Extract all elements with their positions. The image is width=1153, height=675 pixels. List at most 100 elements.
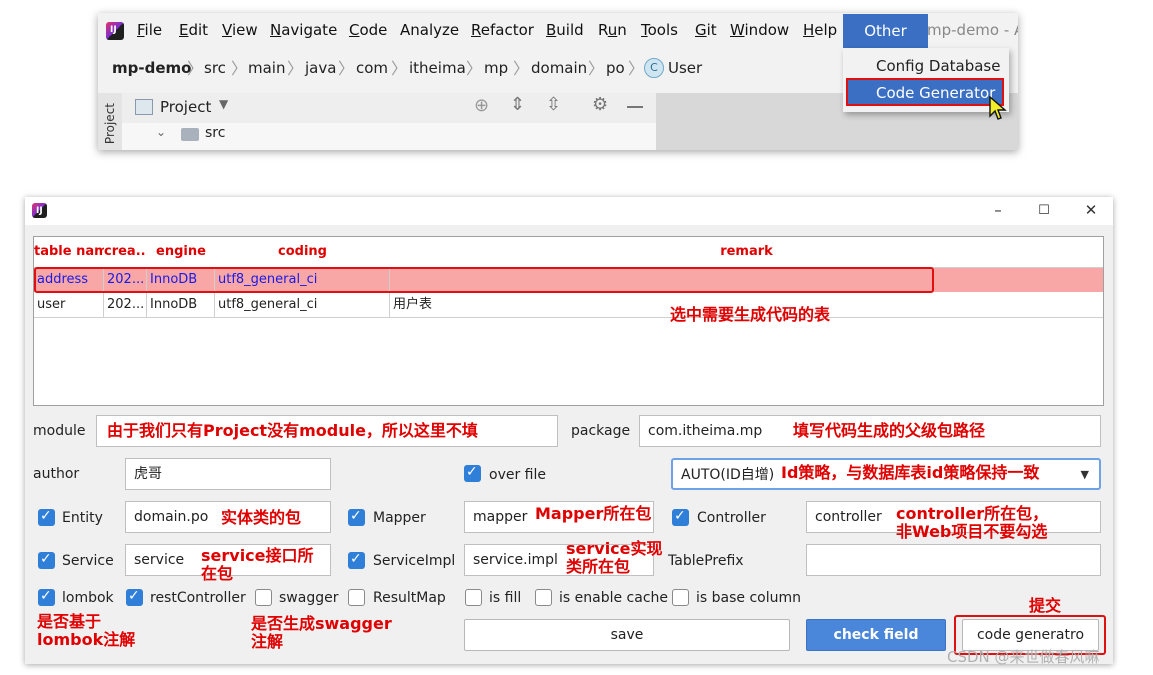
entity-label: Entity — [62, 510, 103, 526]
menu-analyze[interactable]: Analyze — [400, 21, 459, 39]
cell-engine: InnoDB — [147, 293, 215, 317]
menu-run[interactable]: Run — [598, 21, 627, 39]
author-label: author — [33, 466, 80, 482]
tree-item-src[interactable]: src — [205, 125, 225, 141]
breadcrumb-java[interactable]: java — [305, 59, 336, 77]
lombok-checkbox[interactable] — [38, 588, 55, 606]
annotation-swagger-line2: 注解 — [251, 632, 284, 651]
annotation-controller-line2: 非Web项目不要勾选 — [896, 522, 1048, 541]
table-list: table name crea... engine coding remark … — [33, 236, 1104, 406]
chevron-down-icon: ▼ — [1080, 468, 1089, 481]
rest-controller-label: restController — [150, 590, 246, 606]
breadcrumb-com[interactable]: com — [356, 59, 388, 77]
cell-table-name: user — [34, 293, 104, 317]
menu-help[interactable]: Help — [803, 21, 837, 39]
column-header-table-name[interactable]: table name — [34, 237, 105, 267]
over-file-checkbox[interactable] — [464, 464, 481, 482]
app-icon — [32, 203, 47, 218]
table-row[interactable]: user 202... InnoDB utf8_general_ci 用户表 — [34, 293, 1103, 318]
menu-tools[interactable]: Tools — [641, 21, 678, 39]
breadcrumb-separator-icon: 〉 — [187, 59, 204, 78]
entity-checkbox[interactable] — [38, 508, 55, 526]
is-enable-cache-label: is enable cache — [559, 590, 668, 606]
column-header-created[interactable]: crea... — [104, 237, 148, 267]
locate-icon[interactable]: ⊕ — [474, 95, 489, 116]
save-button[interactable]: save — [464, 619, 790, 651]
breadcrumb-file[interactable]: User — [668, 59, 702, 77]
menu-build[interactable]: Build — [546, 21, 584, 39]
column-header-engine[interactable]: engine — [147, 237, 216, 267]
breadcrumb-itheima[interactable]: itheima — [409, 59, 466, 77]
menu-view[interactable]: View — [222, 21, 258, 39]
service-impl-checkbox[interactable] — [348, 551, 365, 569]
selection-highlight-box — [34, 267, 934, 293]
mapper-checkbox[interactable] — [348, 508, 365, 526]
breadcrumb-separator-icon: 〉 — [466, 59, 483, 78]
annotation-lombok-line1: 是否基于 — [37, 612, 102, 631]
service-checkbox[interactable] — [38, 551, 55, 569]
controller-checkbox[interactable] — [672, 508, 689, 526]
breadcrumb-domain[interactable]: domain — [531, 59, 587, 77]
package-label: package — [571, 423, 631, 439]
menu-refactor[interactable]: Refactor — [471, 21, 534, 39]
menu-navigate[interactable]: Navigate — [270, 21, 337, 39]
column-header-coding[interactable]: coding — [215, 237, 391, 267]
annotation-swagger-line1: 是否生成swagger — [251, 614, 392, 633]
hide-icon[interactable] — [627, 106, 643, 108]
mouse-cursor-icon — [989, 96, 1007, 120]
menu-edit[interactable]: Edit — [179, 21, 208, 39]
collapse-all-icon[interactable]: ⇳ — [546, 94, 561, 115]
window-title: mp-demo - A — [927, 21, 1018, 39]
breadcrumb-separator-icon: 〉 — [231, 59, 248, 78]
menu-code[interactable]: Code — [349, 21, 387, 39]
breadcrumb-separator-icon: 〉 — [391, 59, 408, 78]
breadcrumb-po[interactable]: po — [606, 59, 625, 77]
service-label: Service — [62, 553, 114, 569]
gear-icon[interactable]: ⚙ — [592, 94, 608, 115]
annotation-controller-line1: controller所在包， — [896, 504, 1049, 523]
annotation-service-impl-line1: service实现 — [566, 539, 663, 558]
tree-chevron-icon[interactable]: ⌄ — [156, 125, 166, 139]
project-view-label[interactable]: Project — [160, 98, 211, 116]
table-header: table name crea... engine coding remark — [34, 237, 1103, 268]
rest-controller-checkbox[interactable] — [126, 588, 143, 606]
annotation-mapper: Mapper所在包 — [535, 504, 652, 523]
expand-all-icon[interactable]: ⇕ — [510, 94, 525, 115]
lombok-label: lombok — [62, 590, 114, 606]
module-label: module — [33, 423, 86, 439]
check-field-button[interactable]: check field — [806, 619, 946, 651]
code-generator-dialog: – ☐ ✕ table name crea... engine coding r… — [25, 197, 1113, 664]
chevron-down-icon[interactable]: ▼ — [219, 97, 228, 111]
table-prefix-input[interactable] — [806, 544, 1101, 576]
annotation-lombok-line2: lombok注解 — [37, 630, 136, 649]
menu-git[interactable]: Git — [695, 21, 717, 39]
menu-file[interactable]: File — [137, 21, 162, 39]
close-button[interactable]: ✕ — [1076, 201, 1106, 219]
swagger-checkbox[interactable] — [255, 589, 272, 606]
annotation-submit: 提交 — [1029, 596, 1062, 615]
is-fill-checkbox[interactable] — [465, 589, 482, 606]
menu-item-code-generator[interactable]: Code Generator — [846, 78, 1004, 106]
tool-window-project-label[interactable]: Project — [103, 103, 117, 144]
breadcrumb-separator-icon: 〉 — [628, 59, 645, 78]
author-input[interactable]: 虎哥 — [125, 458, 331, 490]
breadcrumb-src[interactable]: src — [204, 59, 226, 77]
annotation-package: 填写代码生成的父级包路径 — [793, 421, 986, 440]
is-enable-cache-checkbox[interactable] — [535, 589, 552, 606]
menu-other[interactable]: Other — [843, 14, 928, 48]
result-map-checkbox[interactable] — [348, 589, 365, 606]
breadcrumb-main[interactable]: main — [248, 59, 285, 77]
other-dropdown-menu: Config Database Code Generator — [843, 48, 1009, 120]
column-header-remark[interactable]: remark — [390, 237, 1103, 267]
maximize-button[interactable]: ☐ — [1029, 203, 1059, 218]
ide-window: File Edit View Navigate Code Analyze Ref… — [98, 13, 1018, 150]
annotation-module: 由于我们只有Project没有module，所以这里不填 — [107, 421, 478, 440]
minimize-button[interactable]: – — [983, 201, 1013, 219]
breadcrumb-mp[interactable]: mp — [484, 59, 508, 77]
annotation-select-table: 选中需要生成代码的表 — [670, 305, 831, 324]
menu-item-config-database[interactable]: Config Database — [876, 57, 1000, 75]
tool-window-strip: Project — [98, 93, 123, 150]
breadcrumb-project[interactable]: mp-demo — [112, 59, 191, 77]
is-base-column-checkbox[interactable] — [672, 589, 689, 606]
menu-window[interactable]: Window — [730, 21, 789, 39]
